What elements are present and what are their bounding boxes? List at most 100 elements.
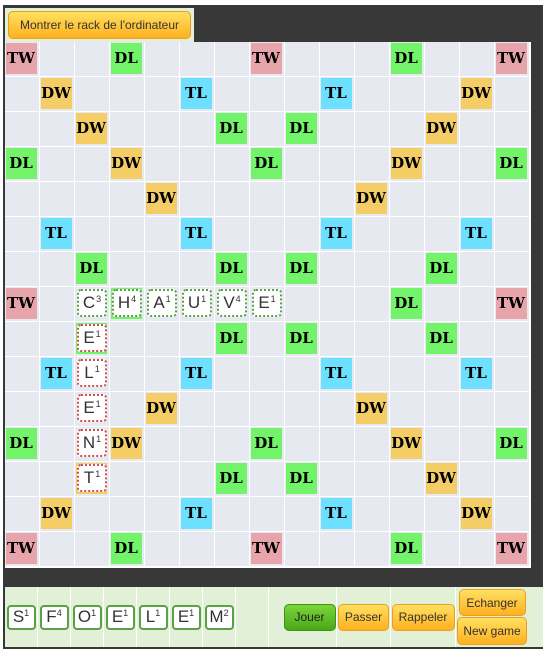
board-cell[interactable]: DW — [40, 77, 75, 112]
board-cell[interactable]: DW — [390, 147, 425, 182]
rack-tile[interactable]: F4 — [39, 604, 69, 630]
board-cell[interactable]: TW — [495, 42, 530, 77]
board-cell[interactable] — [355, 357, 390, 392]
board-cell[interactable] — [285, 497, 320, 532]
board-cell[interactable] — [425, 392, 460, 427]
board-cell[interactable]: DW — [145, 182, 180, 217]
board-cell[interactable] — [40, 182, 75, 217]
board-cell[interactable] — [215, 357, 250, 392]
board-cell[interactable]: DL — [110, 42, 145, 77]
board-cell[interactable]: DW — [460, 497, 495, 532]
board-cell[interactable] — [390, 112, 425, 147]
board-cell[interactable] — [355, 112, 390, 147]
board-cell[interactable]: TL — [40, 217, 75, 252]
board-cell[interactable]: DL — [495, 147, 530, 182]
board-cell[interactable] — [5, 497, 40, 532]
board-cell[interactable] — [495, 252, 530, 287]
board-cell[interactable] — [320, 252, 355, 287]
board-cell[interactable] — [355, 147, 390, 182]
board-cell[interactable] — [320, 322, 355, 357]
board-cell[interactable] — [110, 497, 145, 532]
board-cell[interactable] — [425, 217, 460, 252]
board-cell[interactable] — [215, 182, 250, 217]
board-cell[interactable] — [180, 42, 215, 77]
board-cell[interactable] — [5, 182, 40, 217]
board-cell[interactable]: DL — [250, 427, 285, 462]
board-cell[interactable] — [495, 497, 530, 532]
board-cell[interactable] — [145, 217, 180, 252]
board-cell[interactable]: DW — [425, 112, 460, 147]
board-cell[interactable]: TL — [320, 217, 355, 252]
board-cell[interactable]: TL — [180, 77, 215, 112]
board-cell[interactable]: DL — [425, 252, 460, 287]
board-cell[interactable]: U1 — [180, 287, 215, 322]
board-cell[interactable]: DL — [495, 427, 530, 462]
board-cell[interactable] — [285, 147, 320, 182]
board-cell[interactable] — [250, 112, 285, 147]
board-cell[interactable] — [495, 462, 530, 497]
board-cell[interactable] — [110, 182, 145, 217]
board-cell[interactable] — [425, 42, 460, 77]
board-cell[interactable]: TW — [5, 532, 40, 567]
board-cell[interactable] — [215, 77, 250, 112]
board-cell[interactable] — [390, 217, 425, 252]
board-cell[interactable] — [180, 532, 215, 567]
board-cell[interactable]: DL — [75, 252, 110, 287]
board-cell[interactable] — [355, 497, 390, 532]
board-cell[interactable] — [5, 322, 40, 357]
board-cell[interactable]: TL — [460, 357, 495, 392]
board-cell[interactable] — [40, 42, 75, 77]
board-cell[interactable] — [460, 182, 495, 217]
board-cell[interactable] — [285, 427, 320, 462]
board-tile[interactable]: E1 — [77, 394, 107, 422]
board-cell[interactable] — [390, 392, 425, 427]
board-cell[interactable]: DLE1 — [75, 322, 110, 357]
board-cell[interactable]: DLH4 — [110, 287, 145, 322]
board-cell[interactable] — [145, 112, 180, 147]
board-cell[interactable] — [355, 42, 390, 77]
board-cell[interactable] — [285, 287, 320, 322]
board-cell[interactable] — [460, 112, 495, 147]
board-cell[interactable] — [320, 427, 355, 462]
board-cell[interactable]: DL — [285, 322, 320, 357]
board-cell[interactable] — [460, 42, 495, 77]
board-cell[interactable] — [495, 217, 530, 252]
board-cell[interactable] — [40, 322, 75, 357]
board-cell[interactable] — [180, 252, 215, 287]
board-cell[interactable]: V4 — [215, 287, 250, 322]
board-cell[interactable] — [390, 182, 425, 217]
board-cell[interactable]: TW — [5, 42, 40, 77]
board-cell[interactable] — [110, 322, 145, 357]
board-cell[interactable] — [5, 392, 40, 427]
board-cell[interactable] — [355, 287, 390, 322]
board-cell[interactable] — [75, 532, 110, 567]
board-cell[interactable] — [110, 252, 145, 287]
board-cell[interactable] — [145, 322, 180, 357]
board-cell[interactable] — [460, 462, 495, 497]
board-cell[interactable]: DL — [5, 427, 40, 462]
board-cell[interactable] — [250, 252, 285, 287]
board-cell[interactable] — [250, 357, 285, 392]
board-cell[interactable] — [40, 112, 75, 147]
board-cell[interactable] — [390, 77, 425, 112]
board-cell[interactable] — [180, 112, 215, 147]
board-cell[interactable] — [390, 497, 425, 532]
board-cell[interactable]: DW — [460, 77, 495, 112]
board-cell[interactable] — [320, 42, 355, 77]
rack-tile[interactable]: S1 — [6, 604, 36, 630]
board-cell[interactable]: DL — [285, 462, 320, 497]
board-cell[interactable]: TW — [250, 532, 285, 567]
board-cell[interactable]: DWT1 — [75, 462, 110, 497]
board-cell[interactable] — [355, 252, 390, 287]
board-cell[interactable] — [145, 357, 180, 392]
board-cell[interactable]: TL — [460, 217, 495, 252]
board-cell[interactable]: DW — [390, 427, 425, 462]
board-cell[interactable] — [390, 462, 425, 497]
board-cell[interactable] — [110, 217, 145, 252]
board-cell[interactable] — [460, 532, 495, 567]
board-cell[interactable]: DW — [40, 497, 75, 532]
board-cell[interactable] — [40, 252, 75, 287]
board-cell[interactable] — [215, 392, 250, 427]
board-cell[interactable] — [40, 462, 75, 497]
board-cell[interactable] — [145, 77, 180, 112]
